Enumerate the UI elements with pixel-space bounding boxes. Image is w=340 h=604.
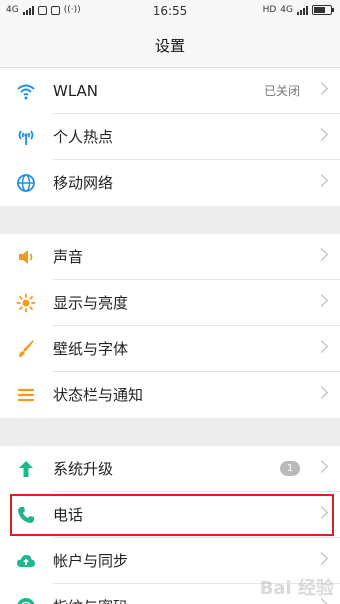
battery-icon <box>312 5 334 15</box>
settings-item-statusbar[interactable]: 状态栏与通知 <box>0 372 340 418</box>
phone-icon <box>16 505 36 525</box>
watermark: Bai 经验 <box>259 578 334 599</box>
settings-item-system-update[interactable]: 系统升级 1 <box>0 446 340 492</box>
settings-item-wlan[interactable]: WLAN 已关闭 <box>0 68 340 114</box>
chevron-right-icon <box>315 294 328 307</box>
settings-item-label: 状态栏与通知 <box>53 386 144 404</box>
settings-item-hotspot[interactable]: 个人热点 <box>0 114 340 160</box>
settings-item-phone[interactable]: 电话 <box>0 492 340 538</box>
menu-lines-icon <box>16 385 36 405</box>
chevron-right-icon <box>315 460 328 473</box>
fingerprint-icon <box>16 597 36 604</box>
settings-item-label: 移动网络 <box>53 174 114 192</box>
page-title: 设置 <box>0 24 340 68</box>
chevron-right-icon <box>315 128 328 141</box>
brush-icon <box>16 339 36 359</box>
arrow-up-icon <box>16 459 36 479</box>
cloud-sync-icon <box>16 551 36 571</box>
chevron-right-icon <box>315 340 328 353</box>
settings-item-label: 系统升级 <box>53 460 114 478</box>
settings-item-display[interactable]: 显示与亮度 <box>0 280 340 326</box>
settings-item-label: 声音 <box>53 248 84 266</box>
speaker-icon <box>16 247 36 267</box>
settings-item-label: 帐户与同步 <box>53 552 129 570</box>
settings-item-sound[interactable]: 声音 <box>0 234 340 280</box>
chevron-right-icon <box>315 506 328 519</box>
globe-icon <box>16 173 36 193</box>
wifi-icon <box>16 81 36 101</box>
group-divider <box>0 206 340 234</box>
settings-item-label: WLAN <box>53 82 99 100</box>
signal-icon-right <box>297 5 308 15</box>
settings-group: 声音显示与亮度壁纸与字体状态栏与通知 <box>0 234 340 418</box>
hd-indicator: HD <box>262 5 277 15</box>
settings-item-label: 显示与亮度 <box>53 294 129 312</box>
settings-item-label: 电话 <box>53 506 84 524</box>
sun-icon <box>16 293 36 313</box>
settings-item-value: 已关闭 <box>263 84 300 98</box>
chevron-right-icon <box>315 248 328 261</box>
settings-group: WLAN 已关闭个人热点移动网络 <box>0 68 340 206</box>
chevron-right-icon <box>315 82 328 95</box>
chevron-right-icon <box>315 174 328 187</box>
chevron-right-icon <box>315 552 328 565</box>
settings-item-label: 个人热点 <box>53 128 114 146</box>
settings-item-label: 指纹与密码 <box>53 584 128 604</box>
settings-item-label: 壁纸与字体 <box>53 340 129 358</box>
settings-item-wallpaper[interactable]: 壁纸与字体 <box>0 326 340 372</box>
network-type-right: 4G <box>280 5 293 15</box>
group-divider <box>0 418 340 446</box>
status-bar: 4G ((·)) 16:55 HD 4G <box>0 0 340 24</box>
settings-item-mobile-network[interactable]: 移动网络 <box>0 160 340 206</box>
chevron-right-icon <box>315 386 328 399</box>
hotspot-icon <box>16 127 36 147</box>
update-count-badge: 1 <box>280 461 300 476</box>
settings-list: WLAN 已关闭个人热点移动网络声音显示与亮度壁纸与字体状态栏与通知 系统升级 1 电话… <box>0 68 340 604</box>
status-right: HD 4G <box>262 5 334 15</box>
